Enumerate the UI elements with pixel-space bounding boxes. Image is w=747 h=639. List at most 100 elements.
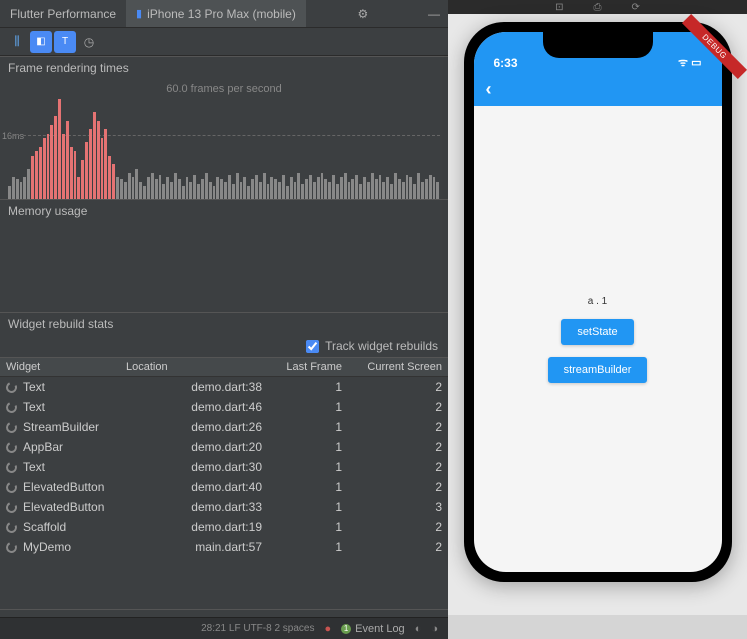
frame-bar [328, 182, 331, 199]
streambuilder-button[interactable]: streamBuilder [548, 357, 648, 383]
frame-bar [351, 179, 354, 199]
frame-bar [124, 182, 127, 199]
perf-toolbar: ⫼ ◧ T ◷ [0, 28, 448, 56]
memory-section-header: Memory usage [0, 199, 448, 222]
frame-bar [270, 177, 273, 199]
frame-bar [290, 177, 293, 199]
frame-bar [220, 179, 223, 199]
frame-bar [155, 179, 158, 199]
table-row[interactable]: ElevatedButtondemo.dart:4012 [0, 477, 448, 497]
back-icon[interactable]: ‹ [486, 79, 492, 100]
minimize-icon[interactable]: — [420, 7, 448, 21]
tab-label: Flutter Performance [10, 7, 116, 21]
frame-bar [340, 177, 343, 199]
tab-flutter-performance[interactable]: Flutter Performance [0, 0, 126, 27]
frame-bar [263, 173, 266, 199]
col-last-frame[interactable]: Last Frame [268, 358, 348, 376]
frame-bar [436, 182, 439, 199]
frame-bar [297, 173, 300, 199]
frame-bar [286, 186, 289, 199]
text-baseline-icon[interactable]: T [54, 31, 76, 53]
table-row[interactable]: ElevatedButtondemo.dart:3313 [0, 497, 448, 517]
table-header: Widget Location Last Frame Current Scree… [0, 357, 448, 377]
error-indicator-icon[interactable]: ● [324, 623, 331, 635]
rebuild-table: Widget Location Last Frame Current Scree… [0, 357, 448, 609]
frame-bar [108, 156, 111, 199]
frame-bar [228, 175, 231, 199]
phone-icon: ▮ [136, 7, 142, 20]
table-row[interactable]: MyDemomain.dart:5712 [0, 537, 448, 557]
frame-bar [20, 182, 23, 199]
rebuild-ring-icon [4, 401, 18, 415]
event-log-button[interactable]: 1 Event Log [341, 623, 405, 635]
table-row[interactable]: Textdemo.dart:4612 [0, 397, 448, 417]
phone-screen: 6:33 ᯤ ▭ ‹ a . 1 setState streamBuilder [474, 32, 722, 572]
app-body: a . 1 setState streamBuilder [474, 106, 722, 383]
frame-bar [197, 184, 200, 199]
col-location[interactable]: Location [120, 358, 268, 376]
frame-bar [375, 179, 378, 199]
frame-bar [301, 184, 304, 199]
frame-bar [255, 175, 258, 199]
frame-bar [174, 173, 177, 199]
table-row[interactable]: Scaffolddemo.dart:1912 [0, 517, 448, 537]
frame-bar [70, 147, 73, 199]
frame-bar [313, 182, 316, 199]
screenshot-icon[interactable]: ⎙ [594, 2, 602, 13]
frame-bar [294, 182, 297, 199]
frame-bar [309, 175, 312, 199]
frame-bar [151, 173, 154, 199]
notch [543, 32, 653, 58]
frame-bar [201, 179, 204, 199]
status-icon[interactable]: ◑ [431, 623, 438, 635]
table-row[interactable]: Textdemo.dart:3812 [0, 377, 448, 397]
overlay-toggle-icon[interactable]: ◧ [30, 31, 52, 53]
setstate-button[interactable]: setState [561, 319, 633, 345]
frame-bar [112, 164, 115, 199]
frame-bar [433, 177, 436, 199]
rebuild-ring-icon [4, 421, 18, 435]
frame-bar [43, 138, 46, 199]
clock-icon[interactable]: ◷ [78, 31, 100, 53]
status-icon[interactable]: ◐ [415, 623, 422, 635]
frame-bar [178, 179, 181, 199]
tab-device[interactable]: ▮ iPhone 13 Pro Max (mobile) [126, 0, 306, 27]
event-log-label: Event Log [355, 623, 405, 635]
frame-bar [31, 156, 34, 199]
wifi-icon: ᯤ [678, 55, 688, 70]
frame-bar [317, 177, 320, 199]
frame-bar [101, 138, 104, 199]
frame-bar [85, 142, 88, 199]
tab-label: iPhone 13 Pro Max (mobile) [147, 7, 296, 21]
stats-section-header: Widget rebuild stats [0, 312, 448, 335]
frame-bar [97, 121, 100, 199]
frame-bar [371, 173, 374, 199]
counter-text: a . 1 [588, 296, 607, 307]
col-current-screen[interactable]: Current Screen [348, 358, 448, 376]
frame-bar [189, 182, 192, 199]
frame-bar [344, 173, 347, 199]
frame-bar [282, 175, 285, 199]
frame-bar [54, 116, 57, 199]
rebuild-ring-icon [4, 381, 18, 395]
track-rebuilds-checkbox[interactable] [306, 340, 319, 353]
frame-bar [382, 182, 385, 199]
encoding-info[interactable]: 28:21 LF UTF-8 2 spaces [201, 623, 314, 634]
frame-bar [23, 177, 26, 199]
frame-bar [332, 175, 335, 199]
frame-bar [359, 184, 362, 199]
rotate-icon[interactable]: ⟳ [632, 2, 640, 13]
table-row[interactable]: AppBardemo.dart:2012 [0, 437, 448, 457]
frame-bar [363, 177, 366, 199]
table-row[interactable]: Textdemo.dart:3012 [0, 457, 448, 477]
frame-bar [259, 182, 262, 199]
frame-bar [394, 173, 397, 199]
perf-bars-icon[interactable]: ⫼ [6, 31, 28, 53]
gear-icon[interactable]: ⚙ [350, 7, 377, 21]
frame-bar [8, 186, 11, 199]
table-row[interactable]: StreamBuilderdemo.dart:2612 [0, 417, 448, 437]
battery-icon: ▭ [691, 56, 701, 69]
col-widget[interactable]: Widget [0, 358, 120, 376]
frame-bar [409, 177, 412, 199]
home-icon[interactable]: ⊡ [555, 2, 563, 13]
